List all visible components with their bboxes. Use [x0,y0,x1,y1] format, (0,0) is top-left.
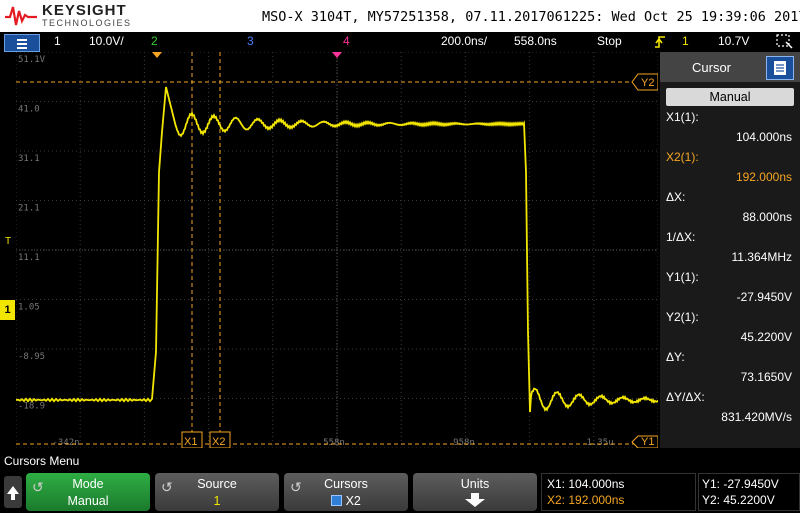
y-tick-label: 1.05 [18,303,40,313]
x-tick-label: 1.35u [586,438,613,448]
back-button[interactable] [4,476,22,508]
y-tick-label: 51.1V [18,55,46,65]
y-cursor-readout: Y1: -27.9450V Y2: 45.2200V [698,473,800,511]
cursor-row-label: Y2(1): [666,310,699,324]
source-softkey-value: 1 [213,494,221,508]
ch1-ground-marker[interactable]: 1 [0,300,15,320]
delay-marker [332,52,342,58]
checkbox-icon [331,495,343,506]
cursor-row-label: ΔX: [666,190,686,204]
cursor-row: ΔY: 73.1650V [666,350,796,390]
menu-title: Cursors Menu [4,454,80,468]
mode-softkey-title: Mode [72,477,104,491]
mode-softkey[interactable]: ↺ Mode Manual [26,473,150,511]
y2-cursor-label: Y2 [641,77,654,89]
cursor-row-value: 88.000ns [742,210,792,224]
waveform-display[interactable]: 51.1V 41.0 31.1 21.1 11.1 1.05 -8.95 -18.9 -342n… [15,51,659,449]
x1-readout: X1: 104.000ns [547,477,625,491]
x2-readout: X2: 192.000ns [547,493,625,507]
cursor-row-label: X1(1): [666,110,699,124]
cursor-row-value: 831.420MV/s [721,410,792,424]
cursor-row: ΔX: 88.000ns [666,190,796,230]
cursor-row-value: -27.9450V [736,290,792,304]
keysight-logo-icon [5,6,37,26]
ch1-number[interactable]: 1 [54,34,61,48]
delay[interactable]: 558.0ns [514,34,557,48]
waveform-graticule: 51.1V 41.0 31.1 21.1 11.1 1.05 -8.95 -18.9 -342n… [15,51,659,449]
up-arrow-icon [7,486,19,500]
y-tick-label: 21.1 [18,204,40,214]
x-tick-label: 958n [453,438,475,448]
x-tick-label: -342n [52,438,79,448]
cursor-row-label: ΔY/ΔX: [666,390,705,404]
cursor-row-label: 1/ΔX: [666,230,696,244]
y1-cursor-label: Y1 [641,436,654,448]
cursors-softkey[interactable]: ↺ Cursors X2 [284,473,408,511]
cursor-row-value: 192.000ns [735,170,792,184]
ch3-number[interactable]: 3 [247,34,254,48]
y-tick-label: 11.1 [18,253,40,263]
cursor-row: Y2(1): 45.2200V [666,310,796,350]
title-bar: KEYSIGHT TECHNOLOGIES MSO-X 3104T, MY572… [0,0,800,32]
trigger-time-marker [152,52,162,58]
trigger-level-marker: T [4,236,12,247]
cursor-row: X2(1): 192.000ns [666,150,796,190]
x2-cursor-label: X2 [212,436,225,448]
panel-menu-icon[interactable] [766,56,794,80]
y-tick-label: -18.9 [18,402,45,412]
cursor-mode-button[interactable]: Manual [666,88,794,106]
cursor-panel-header: Cursor [660,52,800,82]
ch4-number[interactable]: 4 [343,34,350,48]
brand-subtitle: TECHNOLOGIES [42,18,132,28]
x-cursor-readout: X1: 104.000ns X2: 192.000ns [541,473,696,511]
cursor-row-value: 45.2200V [740,330,792,344]
cursor-row-label: Y1(1): [666,270,699,284]
trigger-edge-icon [655,36,665,48]
x1-cursor-label: X1 [184,436,197,448]
cursor-row-value: 73.1650V [740,370,792,384]
cursor-row-label: ΔY: [666,350,685,364]
y-tick-label: -8.95 [18,352,45,362]
y1-readout: Y1: -27.9450V [702,477,779,491]
brand-name: KEYSIGHT [42,2,127,19]
timebase[interactable]: 200.0ns/ [441,34,487,48]
source-softkey-title: Source [197,477,237,491]
cursor-panel: Cursor Manual X1(1): 104.000ns X2(1): 192.0… [660,52,800,448]
units-softkey[interactable]: Units [413,473,537,511]
trigger-level[interactable]: 10.7V [718,34,749,48]
cursor-row: Y1(1): -27.9450V [666,270,796,310]
instrument-info: MSO-X 3104T, MY57251358, 07.11.201706122… [262,9,800,25]
cursors-softkey-title: Cursors [324,477,368,491]
trigger-source[interactable]: 1 [682,34,689,48]
cursor-panel-title: Cursor [692,60,732,75]
status-bar: 1 10.0V/ 2 3 4 200.0ns/ 558.0ns Stop 1 1… [0,32,800,52]
ch1-scale[interactable]: 10.0V/ [89,34,124,48]
mode-softkey-value: Manual [67,494,109,508]
menu-bar: Cursors Menu [0,452,800,470]
y-tick-label: 31.1 [18,154,40,164]
x-tick-label: 558n [323,438,345,448]
y-tick-label: 41.0 [18,105,40,115]
run-state[interactable]: Stop [597,34,622,48]
cursor-row: 1/ΔX: 11.364MHz [666,230,796,270]
y2-readout: Y2: 45.2200V [702,493,775,507]
cursor-row-value: 104.000ns [735,130,792,144]
cursor-row-label: X2(1): [666,150,699,164]
screenshot-select-icon[interactable] [776,34,794,50]
down-arrow-icon [465,493,485,507]
cursor-row: ΔY/ΔX: 831.420MV/s [666,390,796,430]
cursor-row-value: 11.364MHz [731,250,792,264]
ch2-number[interactable]: 2 [151,34,158,48]
menu-button[interactable] [4,34,40,52]
cursor-row: X1(1): 104.000ns [666,110,796,150]
source-softkey[interactable]: ↺ Source 1 [155,473,279,511]
units-softkey-title: Units [460,477,490,491]
cursors-softkey-value: X2 [345,494,361,508]
